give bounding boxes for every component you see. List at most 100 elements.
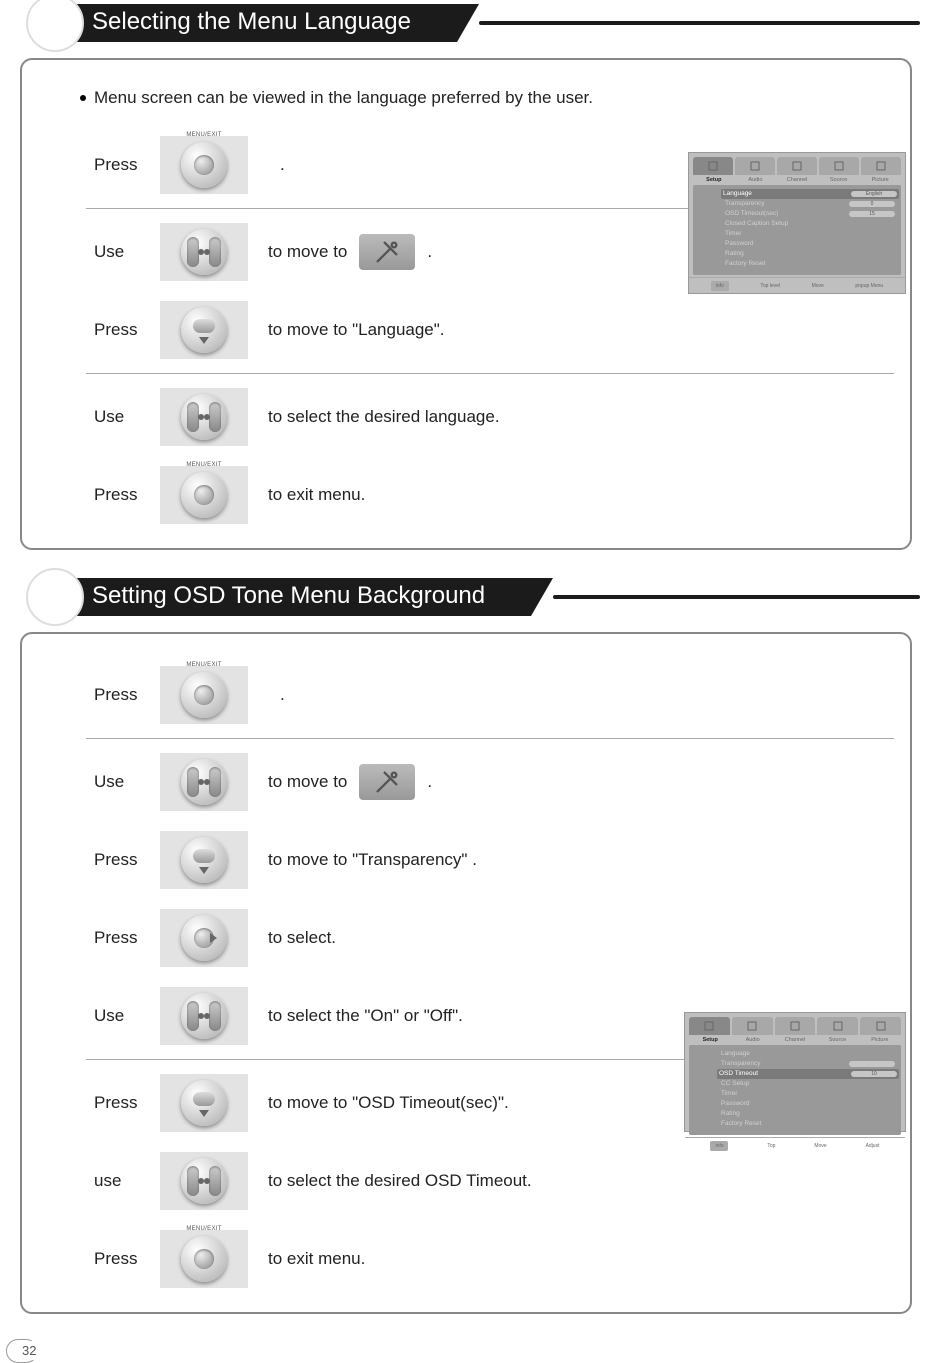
- osd-footer-hint: popup Menu: [855, 283, 883, 289]
- step-description: to move to "Transparency" .: [268, 850, 477, 870]
- remote-button-graphic: [160, 136, 248, 194]
- osd-tab-label: Source: [818, 1037, 856, 1043]
- remote-button-graphic: [160, 388, 248, 446]
- osd-footer-hint: Adjust: [866, 1143, 880, 1149]
- osd-menu-item: Closed Caption Setup: [725, 219, 895, 229]
- step-description: to exit menu.: [268, 485, 365, 505]
- osd-item-label: Transparency: [725, 200, 765, 209]
- step-verb: Press: [94, 1093, 160, 1113]
- setup-tools-icon: [359, 764, 415, 800]
- step-description: to select the "On" or "Off".: [268, 1006, 463, 1026]
- osd-tab-icon: [689, 1017, 730, 1035]
- step-verb: Press: [94, 485, 160, 505]
- menu-exit-button-icon: [181, 472, 227, 518]
- bullet-dot-icon: [80, 95, 86, 101]
- step-verb: Press: [94, 928, 160, 948]
- osd-tab-icon: [732, 1017, 773, 1035]
- step-description: .: [268, 685, 285, 705]
- osd-menu-item: Language: [721, 1049, 895, 1059]
- menu-exit-button-icon: [181, 1236, 227, 1282]
- remote-button-graphic: [160, 666, 248, 724]
- title-rule: [553, 595, 920, 599]
- intro-bullet: Menu screen can be viewed in the languag…: [80, 88, 894, 108]
- osd-item-label: Language: [723, 190, 752, 199]
- remote-button-graphic: [160, 753, 248, 811]
- step-description: to move to.: [268, 764, 432, 800]
- step-text-after: .: [427, 772, 432, 792]
- instruction-step: Press to exit menu.: [94, 456, 894, 534]
- osd-menu-item: Password: [725, 239, 895, 249]
- step-description: to exit menu.: [268, 1249, 365, 1269]
- intro-text: Menu screen can be viewed in the languag…: [94, 88, 593, 108]
- step-verb: Use: [94, 242, 160, 262]
- osd-tab-icon: [775, 1017, 816, 1035]
- osd-tab-label: Audio: [733, 1037, 771, 1043]
- osd-footer-hint: Top level: [760, 283, 780, 289]
- step-description: to select the desired OSD Timeout.: [268, 1171, 532, 1191]
- remote-button-graphic: [160, 1074, 248, 1132]
- step-verb: Press: [94, 850, 160, 870]
- manual-page: Selecting the Menu Language Menu screen …: [0, 0, 932, 1358]
- instruction-step: Press to move to "Transparency" .: [94, 821, 894, 899]
- step-text-before: to move to "Transparency" .: [268, 850, 477, 870]
- osd-menu-item: Rating: [725, 249, 895, 259]
- osd-menu-item: OSD Timeout(sec)15: [725, 209, 895, 219]
- osd-footer-hint: Move: [814, 1143, 826, 1149]
- osd-tab-icon: [777, 157, 817, 175]
- step-description: to move to "OSD Timeout(sec)".: [268, 1093, 509, 1113]
- down-button-icon: [181, 1080, 227, 1126]
- step-text-before: to move to: [268, 242, 347, 262]
- osd-tab-label: Audio: [737, 177, 775, 183]
- osd-tab-label: Channel: [778, 177, 816, 183]
- step-text-after: .: [427, 242, 432, 262]
- step-description: to move to.: [268, 234, 432, 270]
- section-title-bg: Selecting the Menu Language: [50, 4, 920, 42]
- right-button-icon: [181, 915, 227, 961]
- step-text-after: .: [280, 155, 285, 175]
- osd-item-label: Timer: [721, 1090, 737, 1099]
- step-text-before: to exit menu.: [268, 485, 365, 505]
- step-verb: Press: [94, 155, 160, 175]
- step-verb: Use: [94, 407, 160, 427]
- osd-tab-label: Picture: [861, 177, 899, 183]
- left-right-button-icon: [181, 229, 227, 275]
- osd-menu-item: Factory Reset: [725, 259, 895, 269]
- section-title-circle: [26, 0, 84, 52]
- osd-pill-value: 10: [851, 1071, 897, 1077]
- step-text-before: to exit menu.: [268, 1249, 365, 1269]
- osd-menu-item: Transparency0: [725, 199, 895, 209]
- osd-item-label: Rating: [725, 250, 744, 259]
- step-verb: Press: [94, 1249, 160, 1269]
- step-description: to select.: [268, 928, 336, 948]
- instruction-step: Pressto move to "Language".: [94, 291, 894, 369]
- title-slash-decor: [531, 578, 553, 616]
- step-verb: use: [94, 1171, 160, 1191]
- osd-tab-icon: [693, 157, 733, 175]
- step-description: .: [268, 155, 285, 175]
- osd-footer-hint: info: [710, 1141, 728, 1151]
- osd-item-label: Password: [725, 240, 754, 249]
- osd-pill-value: English: [851, 191, 897, 197]
- osd-menu-item: OSD Timeout10: [717, 1069, 899, 1079]
- left-right-button-icon: [181, 394, 227, 440]
- osd-tab-label: Picture: [861, 1037, 899, 1043]
- section-title: Selecting the Menu Language: [50, 4, 457, 42]
- osd-screenshot-1: SetupAudioChannelSourcePicture LanguageE…: [688, 152, 906, 294]
- osd-tab-label: Source: [820, 177, 858, 183]
- left-right-button-icon: [181, 1158, 227, 1204]
- osd-item-label: CC Setup: [721, 1080, 749, 1089]
- step-verb: Use: [94, 772, 160, 792]
- section-title-circle: [26, 568, 84, 626]
- section2-content: Press. Use to move to. Press to move to "Tra…: [20, 632, 912, 1314]
- step-text-before: to move to: [268, 772, 347, 792]
- remote-button-graphic: [160, 909, 248, 967]
- instruction-step: Press.: [94, 656, 894, 734]
- osd-menu-item: Timer: [721, 1089, 895, 1099]
- step-text-before: to move to "OSD Timeout(sec)".: [268, 1093, 509, 1113]
- remote-button-graphic: [160, 301, 248, 359]
- page-number: 32: [14, 1341, 44, 1360]
- remote-button-graphic: [160, 987, 248, 1045]
- left-right-button-icon: [181, 759, 227, 805]
- section-title-bar: Selecting the Menu Language: [12, 0, 920, 42]
- osd-item-label: Factory Reset: [721, 1120, 761, 1129]
